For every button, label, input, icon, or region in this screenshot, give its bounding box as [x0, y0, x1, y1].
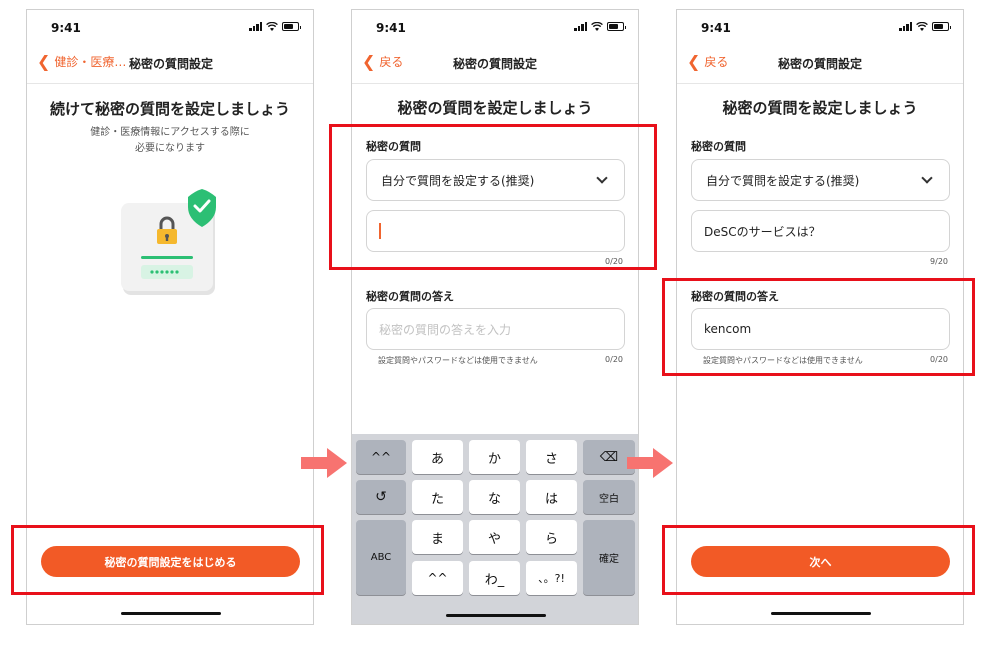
key-wa[interactable]: わ_ [469, 561, 520, 595]
page-heading: 秘密の質問を設定しましょう [722, 99, 918, 117]
signal-icon [249, 22, 262, 31]
answer-note: 設定質問やパスワードなどは使用できません [378, 356, 538, 365]
flow-arrow-icon [301, 448, 347, 478]
lock-password-shield-icon [121, 189, 216, 295]
question-select-value: 自分で質問を設定する(推奨) [706, 173, 860, 188]
flow-arrow-icon [627, 448, 673, 478]
battery-icon [932, 22, 951, 31]
nav-title: 秘密の質問設定 [129, 57, 214, 71]
highlight-question-section [329, 124, 657, 270]
question-input[interactable]: DeSCのサービスは？ [691, 210, 950, 252]
answer-input-placeholder: 秘密の質問の答えを入力 [379, 322, 512, 337]
key-ma[interactable]: ま [412, 520, 463, 554]
key-confirm[interactable]: 確定 [583, 520, 635, 595]
nav-bar: ❮ 戻る 秘密の質問設定 [677, 44, 963, 84]
answer-char-count: 0/20 [605, 355, 623, 364]
highlight-next-button [662, 525, 975, 595]
key-ka[interactable]: か [469, 440, 520, 474]
home-indicator [771, 612, 871, 615]
status-time: 9:41 [376, 21, 406, 35]
undo-icon[interactable]: ↺ [356, 480, 406, 514]
key-kaomoji[interactable]: ^^ [412, 561, 463, 595]
system-icons [899, 22, 951, 31]
nav-title: 秘密の質問設定 [777, 57, 862, 71]
key-a[interactable]: あ [412, 440, 463, 474]
battery-icon [282, 22, 301, 31]
status-bar: 9:41 [27, 10, 313, 44]
question-select[interactable]: 自分で質問を設定する(推奨) [691, 159, 950, 201]
key-na[interactable]: な [469, 480, 520, 514]
home-indicator [446, 614, 546, 617]
status-bar: 9:41 [677, 10, 963, 44]
back-button[interactable]: ❮ 健診・医療… [37, 53, 126, 70]
nav-title: 秘密の質問設定 [452, 57, 537, 71]
nav-bar: ❮ 健診・医療… 秘密の質問設定 [27, 44, 313, 84]
key-ta[interactable]: た [412, 480, 463, 514]
page-heading: 続けて秘密の質問を設定しましょう [49, 100, 290, 118]
japanese-keyboard: ^^ あ か さ ⌫ ↺ た な は 空白 ABC ま や ら 確定 ^^ わ_… [352, 434, 638, 624]
question-char-count: 9/20 [930, 257, 948, 266]
battery-icon [607, 22, 626, 31]
page-subtext: 健診・医療情報にアクセスする際に 必要になります [90, 127, 250, 154]
key-ya[interactable]: や [469, 520, 520, 554]
nav-bar: ❮ 戻る 秘密の質問設定 [352, 44, 638, 84]
screen-question-entry: 9:41 ❮ 戻る 秘密の質問設定 秘密の質問を設定しましょう 秘密の質問 自分… [351, 9, 639, 625]
key-ra[interactable]: ら [526, 520, 577, 554]
highlight-start-button [11, 525, 324, 595]
signal-icon [899, 22, 912, 31]
page-heading: 秘密の質問を設定しましょう [397, 99, 593, 117]
status-time: 9:41 [701, 21, 731, 35]
system-icons [574, 22, 626, 31]
status-bar: 9:41 [352, 10, 638, 44]
answer-label: 秘密の質問の答え [366, 290, 454, 303]
key-emoticon[interactable]: ^^ [356, 440, 406, 474]
signal-icon [574, 22, 587, 31]
key-abc[interactable]: ABC [356, 520, 406, 595]
wifi-icon [266, 22, 278, 31]
question-label: 秘密の質問 [691, 140, 746, 153]
key-ha[interactable]: は [526, 480, 577, 514]
chevron-left-icon: ❮ [37, 51, 51, 71]
back-label: 健診・医療… [54, 55, 127, 69]
answer-input[interactable]: 秘密の質問の答えを入力 [366, 308, 625, 350]
chevron-down-icon [921, 172, 933, 184]
key-punctuation[interactable]: 、。?! [526, 561, 577, 595]
key-sa[interactable]: さ [526, 440, 577, 474]
home-indicator [121, 612, 221, 615]
wifi-icon [591, 22, 603, 31]
status-time: 9:41 [51, 21, 81, 35]
wifi-icon [916, 22, 928, 31]
system-icons [249, 22, 301, 31]
highlight-answer-section [662, 278, 975, 376]
question-input-value: DeSCのサービスは？ [704, 224, 821, 239]
key-space[interactable]: 空白 [583, 480, 635, 514]
